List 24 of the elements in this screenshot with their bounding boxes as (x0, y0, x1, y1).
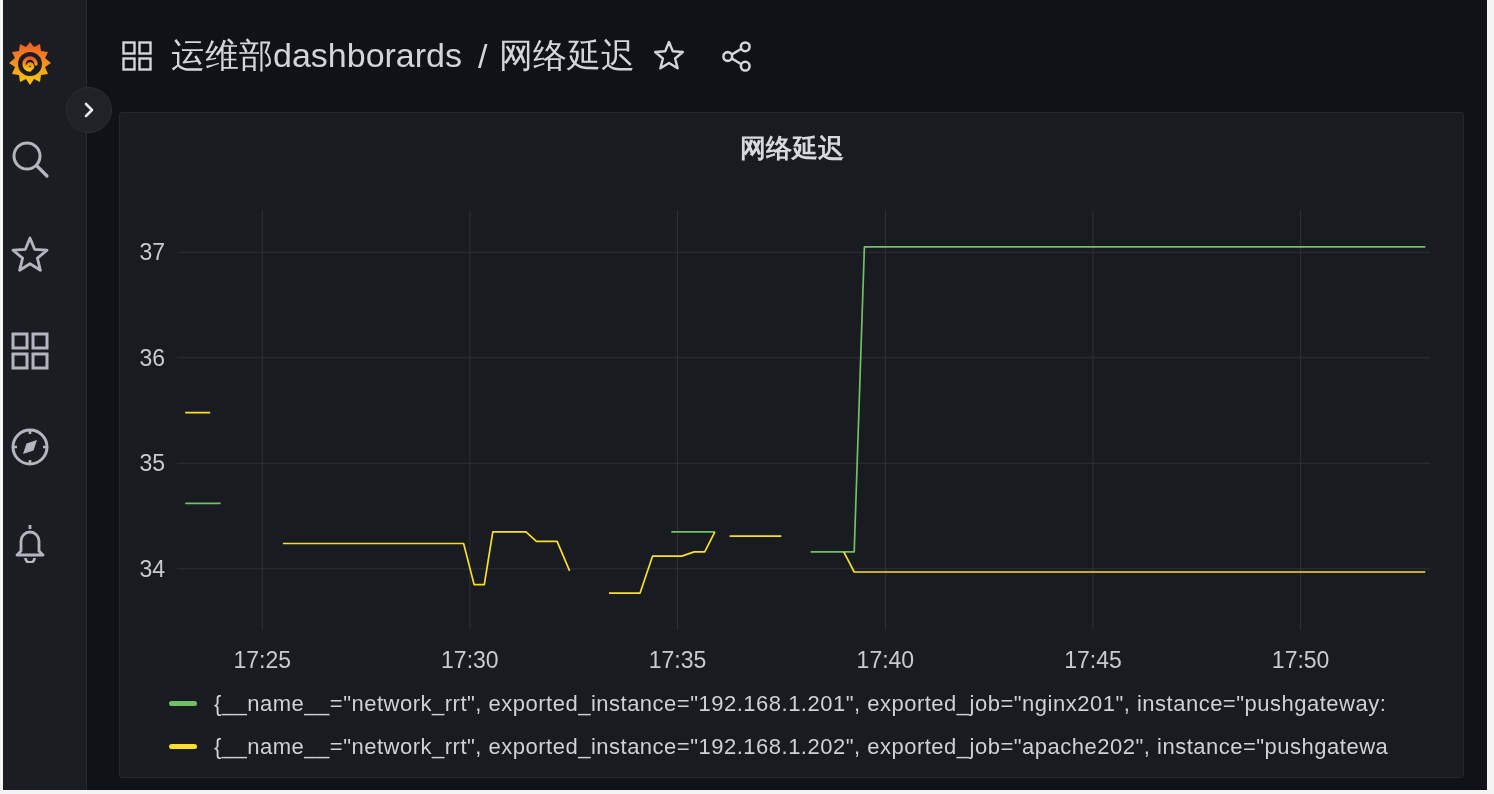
axis-label: 17:35 (648, 647, 707, 673)
dashboard-title: 网络延迟 (499, 35, 636, 76)
axis-label: 17:40 (856, 647, 915, 673)
panel-title: 网络延迟 (738, 131, 845, 165)
axis-label: 17:25 (233, 647, 292, 673)
grid-icon (122, 41, 152, 71)
axis-label: 36 (139, 344, 165, 371)
axis-label: 17:50 (1271, 647, 1330, 673)
axis-label: 17:45 (1064, 647, 1122, 673)
legend-label[interactable]: {__name__="network_rrt", exported_instance="192.168.1.202", exported_job="apache202", instance="pushgatewa (214, 733, 1389, 760)
share-icon[interactable] (720, 39, 754, 73)
star-icon[interactable] (10, 235, 50, 275)
compass-icon[interactable] (10, 427, 50, 467)
axis-label: 35 (139, 450, 165, 477)
axis-label: 34 (139, 555, 165, 582)
grid-icon[interactable] (10, 331, 50, 371)
axis-label: 37 (139, 239, 165, 266)
chevron-icon (84, 102, 94, 118)
star-icon[interactable] (653, 40, 686, 72)
breadcrumb-link[interactable]: 运维部dashborards (171, 33, 462, 79)
search-icon[interactable] (10, 139, 50, 179)
bell-icon[interactable] (13, 523, 47, 563)
breadcrumb-separator: / (478, 36, 488, 76)
axis-label: 17:30 (441, 647, 499, 673)
